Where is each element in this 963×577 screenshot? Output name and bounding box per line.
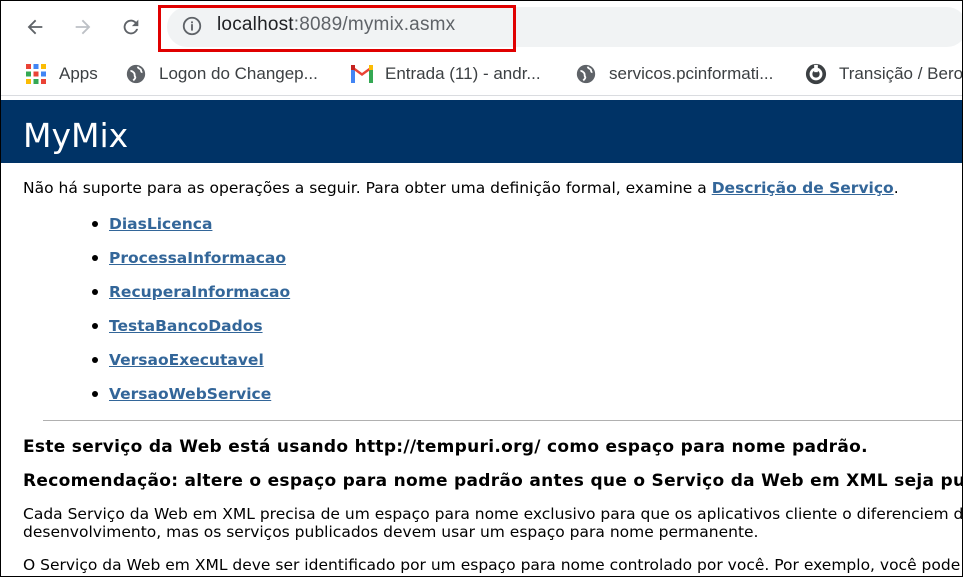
operations-list: DiasLicenca ProcessaInformacao RecuperaI…: [92, 215, 290, 419]
bookmark-label: Logon do Changep...: [159, 64, 318, 83]
operation-link-recuperainformacao[interactable]: RecuperaInformacao: [109, 283, 290, 301]
bookmark-servicos[interactable]: servicos.pcinformati...: [575, 61, 773, 87]
bookmark-label: Transição / Bero: [839, 64, 963, 83]
intro-text: Não há suporte para as operações a segui…: [23, 179, 899, 197]
forward-button[interactable]: [71, 15, 95, 39]
namespace-notice: Este serviço da Web está usando http://t…: [23, 437, 868, 457]
page-header: MyMix: [1, 100, 962, 163]
operation-link-diaslicenca[interactable]: DiasLicenca: [109, 215, 212, 233]
bookmark-label: servicos.pcinformati...: [609, 64, 774, 83]
service-description-link[interactable]: Descrição de Serviço: [712, 179, 894, 197]
namespace-identification: O Serviço da Web em XML deve ser identif…: [23, 556, 963, 574]
browser-window: localhost:8089/mymix.asmx Apps Logon do …: [0, 0, 963, 577]
globe-icon: [575, 63, 597, 85]
reload-button[interactable]: [119, 15, 143, 39]
paragraph-line: desenvolvimento, mas os serviços publica…: [23, 523, 759, 541]
divider: [43, 420, 962, 421]
bookmark-label: Apps: [59, 64, 98, 83]
intro-message: Não há suporte para as operações a segui…: [23, 179, 712, 197]
list-item: ProcessaInformacao: [92, 249, 290, 283]
back-button[interactable]: [23, 15, 47, 39]
bullet-icon: [92, 255, 98, 261]
bookmark-label: Entrada (11) - andr...: [385, 64, 541, 83]
bullet-icon: [92, 323, 98, 329]
operation-link-processainformacao[interactable]: ProcessaInformacao: [109, 249, 286, 267]
bookmarks-bar: Apps Logon do Changep... Entrada (11) - …: [1, 53, 962, 96]
url-highlight-box: [158, 5, 516, 52]
list-item: VersaoExecutavel: [92, 351, 290, 385]
reload-icon: [123, 19, 139, 35]
gmail-icon: [351, 63, 373, 85]
page-title: MyMix: [23, 116, 129, 155]
forward-arrow-icon: [75, 19, 91, 35]
paragraph-line: Cada Serviço da Web em XML precisa de um…: [23, 505, 963, 523]
operation-link-testabancodados[interactable]: TestaBancoDados: [109, 317, 263, 335]
bookmark-gmail[interactable]: Entrada (11) - andr...: [351, 61, 541, 87]
back-arrow-icon: [27, 19, 43, 35]
shield-icon: [805, 63, 827, 85]
bookmark-apps[interactable]: Apps: [25, 61, 98, 87]
browser-toolbar: localhost:8089/mymix.asmx: [1, 1, 962, 53]
operation-link-versaoexecutavel[interactable]: VersaoExecutavel: [109, 351, 264, 369]
apps-grid-icon: [25, 63, 47, 85]
bullet-icon: [92, 289, 98, 295]
intro-end: .: [893, 179, 899, 197]
bullet-icon: [92, 221, 98, 227]
recommendation-heading: Recomendação: altere o espaço para nome …: [23, 471, 963, 491]
bookmark-transicao[interactable]: Transição / Bero: [805, 61, 963, 87]
list-item: DiasLicenca: [92, 215, 290, 249]
operation-link-versaowebservice[interactable]: VersaoWebService: [109, 385, 271, 403]
bullet-icon: [92, 391, 98, 397]
list-item: TestaBancoDados: [92, 317, 290, 351]
bullet-icon: [92, 357, 98, 363]
namespace-explanation: Cada Serviço da Web em XML precisa de um…: [23, 505, 963, 541]
globe-icon: [125, 63, 147, 85]
list-item: RecuperaInformacao: [92, 283, 290, 317]
list-item: VersaoWebService: [92, 385, 290, 419]
bookmark-logon-changep[interactable]: Logon do Changep...: [125, 61, 318, 87]
